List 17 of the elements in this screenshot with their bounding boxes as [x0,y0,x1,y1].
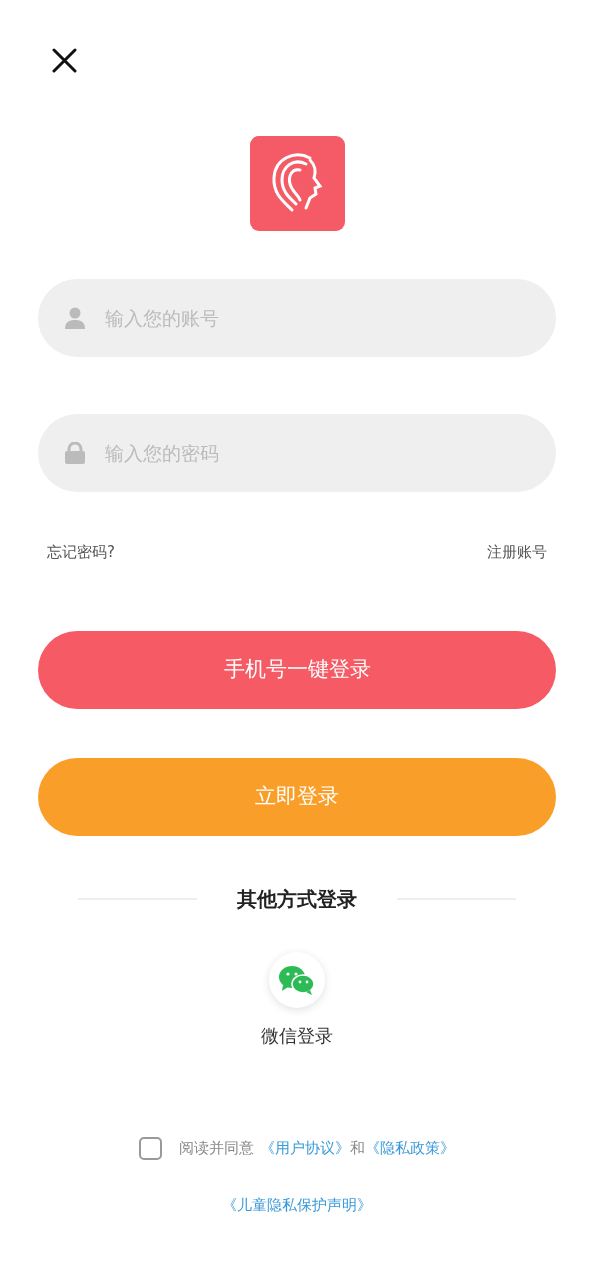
agreement-link[interactable]: 《用户协议》 [260,1136,350,1160]
child-privacy-link[interactable]: 《儿童隐私保护声明》 [222,1194,372,1216]
forgot-password-link[interactable]: 忘记密码? [47,542,115,562]
lock-icon [65,442,85,464]
phone-login-button[interactable]: 手机号一键登录 [38,631,556,709]
register-link[interactable]: 注册账号 [487,542,547,562]
close-icon[interactable] [52,48,77,73]
user-icon [65,307,85,329]
logo-icon [249,136,345,231]
agreement-link[interactable]: 《隐私政策》 [365,1136,455,1160]
wechat-login-label[interactable]: 微信登录 [261,1023,333,1049]
section-heading: 其他方式登录 [236,886,358,913]
agreement-text: 和 [350,1138,365,1159]
agreement-text: 阅读并同意 [179,1138,254,1159]
login-button[interactable]: 立即登录 [38,758,556,836]
agreement-checkbox[interactable] [139,1136,162,1160]
wechat-icon[interactable] [269,952,325,1008]
